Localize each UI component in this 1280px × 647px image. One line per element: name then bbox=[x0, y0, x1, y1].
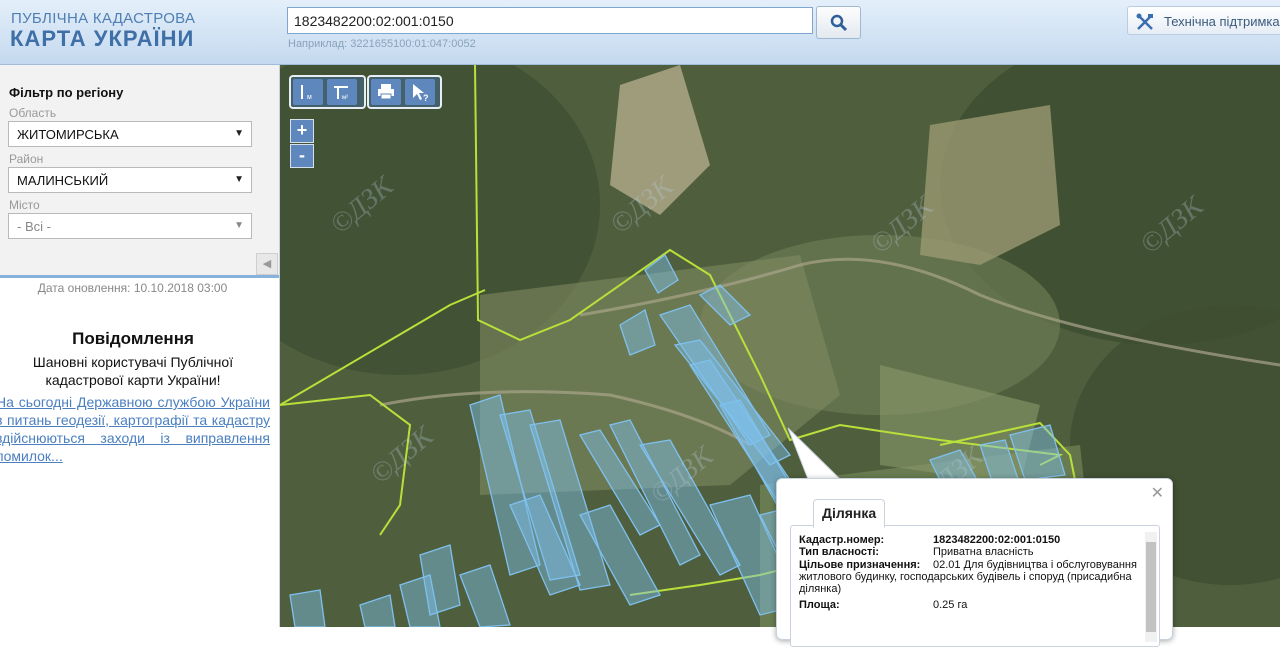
row-cadastral-number: Кадастр.номер: 1823482200:02:001:0150 bbox=[799, 534, 1149, 546]
measure-distance-button[interactable]: м bbox=[293, 79, 323, 105]
close-icon[interactable]: ✕ bbox=[1151, 483, 1164, 503]
svg-text:м²: м² bbox=[342, 95, 348, 101]
city-label: Місто bbox=[9, 198, 40, 212]
notice-title: Повідомлення bbox=[72, 329, 194, 348]
support-label: Технічна підтримка bbox=[1164, 14, 1280, 29]
row-value: 0.25 га bbox=[933, 599, 968, 611]
rayon-select[interactable]: МАЛИНСЬКИЙ ▼ bbox=[8, 167, 252, 193]
sidebar: Фільтр по регіону Область ЖИТОМИРСЬКА ▼ … bbox=[0, 65, 280, 627]
row-label: Кадастр.номер: bbox=[799, 534, 885, 546]
row-value: 02.01 Для будівництва і обслуговування ж… bbox=[799, 559, 1137, 595]
ruler-icon: м bbox=[301, 85, 312, 101]
chevron-left-icon: ◀ bbox=[262, 258, 272, 270]
parcel-popup: ✕ Ділянка Кадастр.номер: 1823482200:02:0… bbox=[776, 478, 1173, 647]
svg-text:?: ? bbox=[423, 93, 429, 102]
search-button[interactable] bbox=[816, 6, 861, 39]
row-label: Тип власності: bbox=[799, 546, 880, 558]
cursor-help-icon: ? bbox=[413, 84, 429, 102]
svg-text:м: м bbox=[307, 94, 312, 101]
oblast-select[interactable]: ЖИТОМИРСЬКА ▼ bbox=[8, 121, 252, 147]
chevron-down-icon: ▼ bbox=[234, 220, 244, 231]
popup-scrollbar[interactable] bbox=[1145, 532, 1157, 642]
tools-icon bbox=[1136, 13, 1153, 30]
row-label: Площа: bbox=[799, 599, 840, 611]
area-icon: м² bbox=[334, 86, 348, 101]
filter-title: Фільтр по регіону bbox=[9, 85, 124, 100]
parcel-info: Кадастр.номер: 1823482200:02:001:0150 Ти… bbox=[790, 525, 1160, 647]
notice-text: Шановні користувачі Публічної кадастрово… bbox=[32, 354, 234, 388]
measure-area-button[interactable]: м² bbox=[327, 79, 357, 105]
chevron-down-icon: ▼ bbox=[234, 128, 244, 139]
zoom-in-button[interactable]: + bbox=[290, 119, 314, 143]
zoom-out-button[interactable]: - bbox=[290, 144, 314, 168]
search-hint: Наприклад: 3221655100:01:047:0052 bbox=[288, 38, 476, 50]
row-purpose: Цільове призначення: 02.01 Для будівницт… bbox=[799, 559, 1149, 599]
header: ПУБЛІЧНА КАДАСТРОВА КАРТА УКРАЇНИ Наприк… bbox=[0, 0, 1280, 65]
support-button[interactable]: Технічна підтримка bbox=[1127, 6, 1280, 35]
search-input[interactable] bbox=[287, 7, 813, 34]
logo-line1[interactable]: ПУБЛІЧНА КАДАСТРОВА bbox=[11, 10, 195, 27]
tab-parcel[interactable]: Ділянка bbox=[813, 499, 886, 528]
printer-icon bbox=[378, 84, 394, 100]
city-select[interactable]: - Всі - ▼ bbox=[8, 213, 252, 239]
chevron-down-icon: ▼ bbox=[234, 174, 244, 185]
region-filter: Фільтр по регіону Область ЖИТОМИРСЬКА ▼ … bbox=[0, 65, 279, 278]
collapse-sidebar-button[interactable]: ◀ bbox=[256, 253, 278, 275]
update-date: Дата оновлення: 10.10.2018 03:00 bbox=[37, 281, 228, 295]
row-area: Площа: 0.25 га bbox=[799, 599, 1149, 611]
notice-link[interactable]: На сьогодні Державною службою України з … bbox=[0, 393, 270, 465]
scrollbar-thumb[interactable] bbox=[1146, 542, 1156, 632]
oblast-value: ЖИТОМИРСЬКА bbox=[17, 127, 119, 142]
oblast-label: Область bbox=[9, 106, 57, 120]
row-ownership: Тип власності: Приватна власність bbox=[799, 546, 1149, 558]
rayon-value: МАЛИНСЬКИЙ bbox=[17, 173, 109, 188]
logo-line2[interactable]: КАРТА УКРАЇНИ bbox=[10, 26, 194, 52]
identify-button[interactable]: ? bbox=[405, 79, 435, 105]
row-value: 1823482200:02:001:0150 bbox=[933, 534, 1061, 546]
print-button[interactable] bbox=[371, 79, 401, 105]
row-value: Приватна власність bbox=[933, 546, 1034, 558]
search-icon bbox=[830, 14, 848, 32]
rayon-label: Район bbox=[9, 152, 44, 166]
tools-toolbar: ? bbox=[367, 75, 442, 109]
measure-toolbar: м м² bbox=[289, 75, 366, 109]
city-value: - Всі - bbox=[17, 219, 51, 234]
